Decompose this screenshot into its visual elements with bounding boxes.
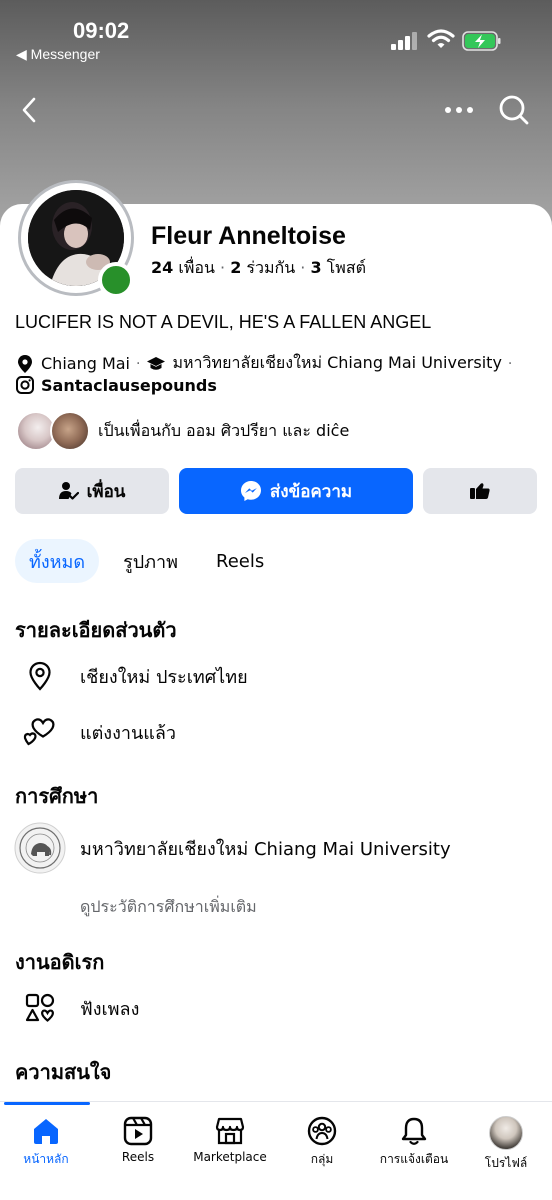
messenger-icon bbox=[240, 481, 261, 501]
nav-notifications[interactable]: การแจ้งเตือน bbox=[368, 1116, 460, 1169]
status-time: 09:02 bbox=[73, 18, 130, 43]
detail-location-text: เชียงใหม่ ประเทศไทย bbox=[80, 666, 248, 688]
profile-name: Fleur Anneltoise bbox=[151, 222, 346, 250]
instagram-icon bbox=[15, 375, 35, 395]
tab-all[interactable]: ทั้งหมด bbox=[15, 539, 100, 583]
more-actions-button[interactable] bbox=[423, 468, 537, 514]
detail-relationship[interactable]: แต่งงานแล้ว bbox=[22, 714, 176, 750]
nav-notifications-label: การแจ้งเตือน bbox=[379, 1152, 449, 1166]
mutual-count: 2 bbox=[230, 258, 242, 277]
section-title-hobbies: งานอดิเรก bbox=[15, 950, 105, 974]
intro-school[interactable]: มหาวิทยาลัยเชียงใหม่ Chiang Mai Universi… bbox=[172, 351, 501, 376]
friends-label: เพื่อน bbox=[178, 258, 215, 277]
tab-reels[interactable]: Reels bbox=[202, 539, 278, 583]
profile-stats: 24 เพื่อน · 2 ร่วมกัน · 3 โพสต์ bbox=[151, 258, 366, 277]
section-title-interests: ความสนใจ bbox=[15, 1060, 112, 1084]
shapes-icon bbox=[22, 990, 58, 1026]
hobby-item[interactable]: ฟังเพลง bbox=[22, 990, 139, 1026]
tab-photos[interactable]: รูปภาพ bbox=[109, 539, 192, 583]
nav-marketplace[interactable]: Marketplace bbox=[184, 1116, 276, 1164]
back-to-messenger-link[interactable]: ◀ Messenger bbox=[16, 46, 100, 63]
posts-label: โพสต์ bbox=[326, 258, 366, 277]
thumb-icon bbox=[470, 483, 490, 499]
posts-count: 3 bbox=[310, 258, 322, 277]
friend-button-label: เพื่อน bbox=[86, 481, 126, 502]
battery-charging-icon bbox=[462, 31, 501, 51]
graduation-cap-icon bbox=[146, 354, 166, 374]
friend-check-icon bbox=[58, 482, 79, 500]
back-button[interactable] bbox=[12, 92, 48, 128]
intro-line-location-school: Chiang Mai · มหาวิทยาลัยเชียงใหม่ Chiang… bbox=[15, 351, 518, 376]
back-arrow-icon bbox=[22, 97, 36, 123]
section-title-education: การศึกษา bbox=[15, 784, 99, 808]
store-icon bbox=[215, 1117, 245, 1145]
mutual-friends[interactable]: เป็นเพื่อนกับ ออม ศิวปรียา และ diĉe bbox=[16, 410, 349, 452]
heart-icon bbox=[22, 714, 58, 750]
nav-groups[interactable]: กลุ่ม bbox=[276, 1116, 368, 1169]
mutual-friend-avatar bbox=[50, 411, 90, 451]
location-pin-icon bbox=[15, 354, 35, 374]
nav-profile[interactable]: โปรไฟล์ bbox=[460, 1116, 552, 1173]
more-options-button[interactable] bbox=[441, 92, 477, 128]
intro-instagram[interactable]: Santaclausepounds bbox=[41, 376, 217, 395]
mutual-label: ร่วมกัน bbox=[246, 258, 296, 277]
group-icon bbox=[307, 1116, 337, 1146]
detail-relationship-text: แต่งงานแล้ว bbox=[80, 722, 177, 744]
active-tab-indicator bbox=[4, 1102, 90, 1105]
bell-icon bbox=[401, 1117, 427, 1145]
wifi-icon bbox=[427, 29, 455, 48]
education-more-link[interactable]: ดูประวัติการศึกษาเพิ่มเติม bbox=[80, 895, 257, 920]
more-icon bbox=[445, 107, 473, 113]
status-bar: 09:02 ◀ Messenger bbox=[0, 0, 552, 70]
nav-reels-label: Reels bbox=[121, 1150, 155, 1164]
friends-count: 24 bbox=[151, 258, 174, 277]
hobby-text: ฟังเพลง bbox=[80, 998, 140, 1020]
mutual-friends-text: เป็นเพื่อนกับ ออม ศิวปรียา และ diĉe bbox=[98, 420, 350, 440]
nav-marketplace-label: Marketplace bbox=[193, 1150, 267, 1164]
reels-icon bbox=[123, 1116, 153, 1146]
profile-tabs: ทั้งหมด รูปภาพ Reels bbox=[15, 539, 288, 583]
home-icon bbox=[34, 1119, 58, 1144]
nav-profile-label: โปรไฟล์ bbox=[484, 1156, 528, 1170]
friend-status-button[interactable]: เพื่อน bbox=[15, 468, 169, 514]
education-school[interactable]: มหาวิทยาลัยเชียงใหม่ Chiang Mai Universi… bbox=[14, 822, 451, 874]
cellular-signal-icon bbox=[391, 32, 417, 50]
intro-line-instagram: Santaclausepounds bbox=[15, 375, 217, 395]
nav-profile-avatar bbox=[489, 1116, 523, 1150]
send-message-button[interactable]: ส่งข้อความ bbox=[179, 468, 413, 514]
location-pin-icon bbox=[22, 658, 58, 694]
nav-groups-label: กลุ่ม bbox=[310, 1152, 334, 1166]
bottom-navigation: หน้าหลัก Reels Marketplace กลุ่ม การแจ้ง… bbox=[0, 1101, 552, 1200]
section-title-details: รายละเอียดส่วนตัว bbox=[15, 618, 177, 642]
profile-bio: LUCIFER IS NOT A DEVIL, HE'S A FALLEN AN… bbox=[15, 312, 432, 332]
nav-home[interactable]: หน้าหลัก bbox=[0, 1116, 92, 1169]
nav-reels[interactable]: Reels bbox=[92, 1116, 184, 1164]
send-message-label: ส่งข้อความ bbox=[269, 481, 353, 502]
nav-home-label: หน้าหลัก bbox=[23, 1152, 69, 1166]
intro-location[interactable]: Chiang Mai bbox=[41, 354, 130, 373]
university-seal-icon bbox=[14, 822, 66, 874]
search-icon bbox=[499, 95, 529, 125]
detail-location[interactable]: เชียงใหม่ ประเทศไทย bbox=[22, 658, 248, 694]
search-button[interactable] bbox=[496, 92, 532, 128]
education-school-text: มหาวิทยาลัยเชียงใหม่ Chiang Mai Universi… bbox=[80, 838, 451, 860]
online-status-indicator bbox=[98, 262, 134, 298]
